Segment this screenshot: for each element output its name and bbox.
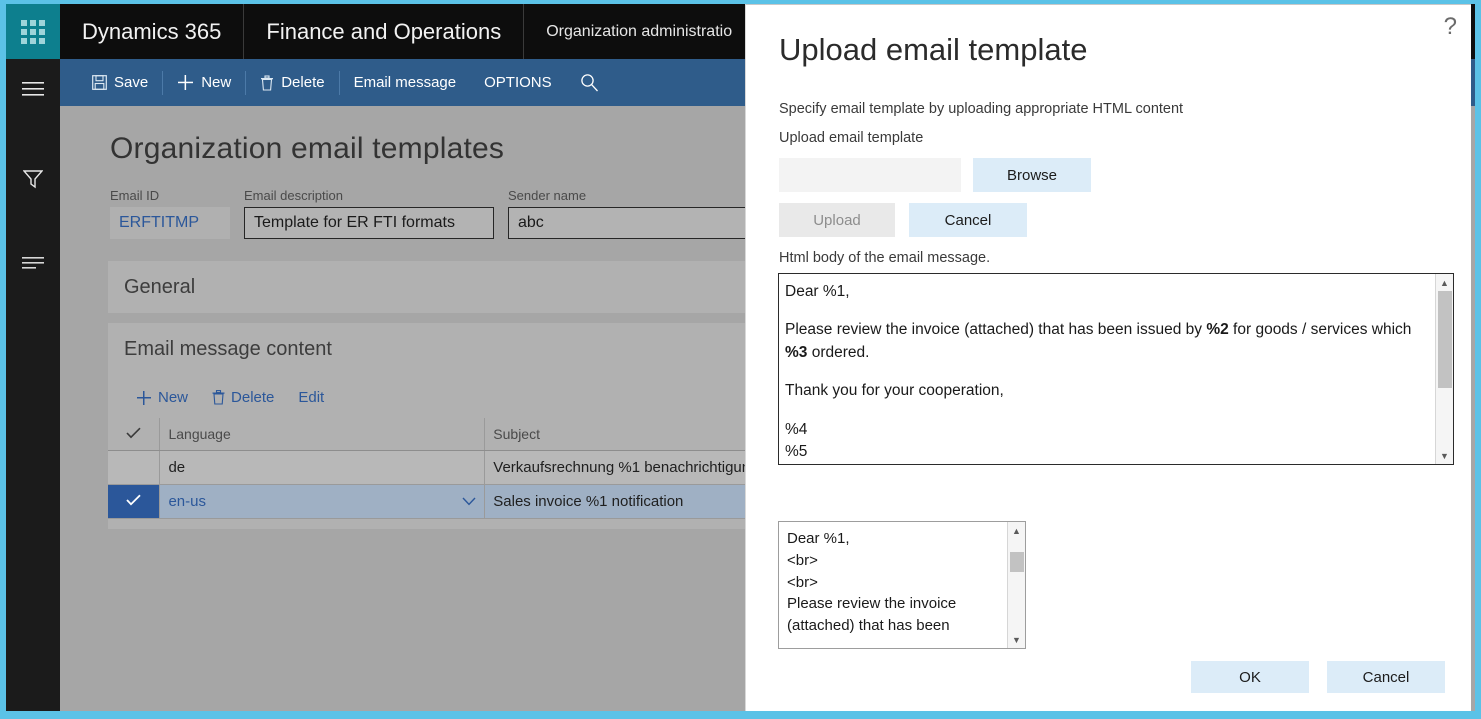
grid-header-select-all[interactable] xyxy=(108,418,160,450)
rte-line-1: Dear %1, xyxy=(785,281,1425,303)
row-select-checkbox[interactable] xyxy=(108,450,160,484)
scroll-down-icon[interactable]: ▼ xyxy=(1436,447,1454,464)
left-navigation-rail xyxy=(6,59,60,711)
rte-signature-1: %4 xyxy=(785,419,1425,441)
brand-label[interactable]: Dynamics 365 xyxy=(60,4,244,59)
rich-text-content[interactable]: Dear %1, Please review the invoice (atta… xyxy=(779,274,1435,464)
grid-delete-label: Delete xyxy=(231,389,274,406)
rte-p2-token2: %3 xyxy=(785,344,807,361)
scroll-up-icon[interactable]: ▲ xyxy=(1436,274,1454,291)
upload-button[interactable]: Upload xyxy=(779,203,895,237)
delete-label: Delete xyxy=(281,74,324,91)
row-select-checkbox[interactable] xyxy=(108,484,160,518)
rte-signature-2: %5 xyxy=(785,441,1425,463)
scrollbar-track[interactable] xyxy=(1436,291,1453,447)
rte-p2-a: Please review the invoice (attached) tha… xyxy=(785,321,1206,338)
dialog-footer: OK Cancel xyxy=(1191,661,1445,693)
upload-email-template-dialog: ? Upload email template Specify email te… xyxy=(745,4,1471,711)
scroll-down-icon[interactable]: ▼ xyxy=(1008,631,1026,648)
scrollbar-track[interactable] xyxy=(1008,539,1025,631)
row-language-value: en-us xyxy=(168,493,206,510)
html-source-textarea[interactable]: Dear %1, <br> <br> Please review the inv… xyxy=(778,521,1026,649)
field-label: Email ID xyxy=(110,188,230,203)
app-launcher-icon[interactable] xyxy=(6,4,60,59)
new-label: New xyxy=(201,74,231,91)
dialog-title: Upload email template xyxy=(779,32,1087,68)
rte-p2-token1: %2 xyxy=(1206,321,1228,338)
rte-p2-e: ordered. xyxy=(807,344,869,361)
rte-paragraph-2: Please review the invoice (attached) tha… xyxy=(785,319,1425,364)
html-body-rich-text-editor[interactable]: Dear %1, Please review the invoice (atta… xyxy=(778,273,1454,465)
grid-new-button[interactable]: New xyxy=(126,389,198,406)
grid-edit-button[interactable]: Edit xyxy=(288,389,334,406)
filter-icon[interactable] xyxy=(6,155,60,203)
scrollbar-thumb[interactable] xyxy=(1438,291,1452,388)
dialog-subtitle: Specify email template by uploading appr… xyxy=(779,101,1183,117)
upload-cancel-button[interactable]: Cancel xyxy=(909,203,1027,237)
row-language[interactable]: en-us xyxy=(160,484,485,518)
grid-delete-button[interactable]: Delete xyxy=(202,389,284,406)
scrollbar-thumb[interactable] xyxy=(1010,552,1024,572)
upload-field-label: Upload email template xyxy=(779,130,923,146)
waffle-grid xyxy=(21,20,45,44)
browser-window: Dynamics 365 Finance and Operations Orga… xyxy=(0,0,1481,719)
save-label: Save xyxy=(114,74,148,91)
tab-email-message-label: Email message xyxy=(354,74,457,91)
scroll-up-icon[interactable]: ▲ xyxy=(1008,522,1026,539)
field-email-description: Email description Template for ER FTI fo… xyxy=(244,188,494,239)
html-body-label: Html body of the email message. xyxy=(779,250,990,266)
email-description-input[interactable]: Template for ER FTI formats xyxy=(244,207,494,239)
grid-header-language[interactable]: Language xyxy=(160,418,485,450)
field-email-id: Email ID ERFTITMP xyxy=(110,188,230,239)
tab-email-message[interactable]: Email message xyxy=(340,59,471,106)
cancel-button[interactable]: Cancel xyxy=(1327,661,1445,693)
list-icon[interactable] xyxy=(6,239,60,287)
search-icon[interactable] xyxy=(566,59,613,106)
field-label: Email description xyxy=(244,188,494,203)
grid-edit-label: Edit xyxy=(298,389,324,406)
file-path-input[interactable] xyxy=(779,158,961,192)
email-id-value[interactable]: ERFTITMP xyxy=(110,207,230,239)
ok-button[interactable]: OK xyxy=(1191,661,1309,693)
hamburger-icon[interactable] xyxy=(6,65,60,113)
chevron-down-icon[interactable] xyxy=(462,493,476,510)
delete-button[interactable]: Delete xyxy=(246,59,338,106)
new-button[interactable]: New xyxy=(163,59,245,106)
rte-p2-c: for goods / services which xyxy=(1229,321,1412,338)
browse-button[interactable]: Browse xyxy=(973,158,1091,192)
row-language[interactable]: de xyxy=(160,450,485,484)
area-label[interactable]: Organization administratio xyxy=(524,4,754,59)
grid-new-label: New xyxy=(158,389,188,406)
help-question-icon[interactable]: ? xyxy=(1444,13,1457,41)
rich-text-scrollbar[interactable]: ▲ ▼ xyxy=(1435,274,1453,464)
module-label[interactable]: Finance and Operations xyxy=(244,4,524,59)
source-scrollbar[interactable]: ▲ ▼ xyxy=(1007,522,1025,648)
rte-paragraph-3: Thank you for your cooperation, xyxy=(785,380,1425,402)
tab-options-label: OPTIONS xyxy=(484,74,552,91)
save-button[interactable]: Save xyxy=(78,59,162,106)
tab-options[interactable]: OPTIONS xyxy=(470,59,566,106)
html-source-content[interactable]: Dear %1, <br> <br> Please review the inv… xyxy=(779,522,1007,648)
